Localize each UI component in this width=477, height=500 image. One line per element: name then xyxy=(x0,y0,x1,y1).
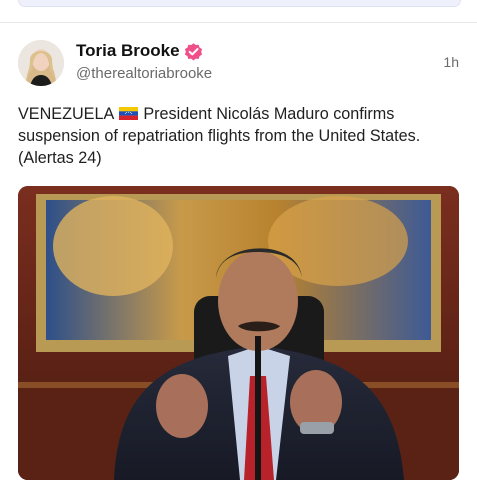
venezuela-flag-icon xyxy=(118,107,138,120)
post-photo xyxy=(18,186,459,480)
avatar-image xyxy=(18,40,64,86)
avatar[interactable] xyxy=(18,40,64,86)
previous-post-card-edge xyxy=(18,0,461,7)
post-timestamp: 1h xyxy=(443,54,459,70)
post-header: Toria Brooke @therealtoriabrooke 1h xyxy=(18,38,459,88)
post-text: VENEZUELA President Nicolás Maduro confi… xyxy=(18,103,459,169)
post-media-photo[interactable] xyxy=(18,186,459,480)
verified-badge-icon xyxy=(184,43,203,61)
author-handle[interactable]: @therealtoriabrooke xyxy=(76,65,212,82)
author-name[interactable]: Toria Brooke xyxy=(76,41,180,61)
post-text-lead: VENEZUELA xyxy=(18,105,118,123)
feed-divider xyxy=(0,22,477,23)
